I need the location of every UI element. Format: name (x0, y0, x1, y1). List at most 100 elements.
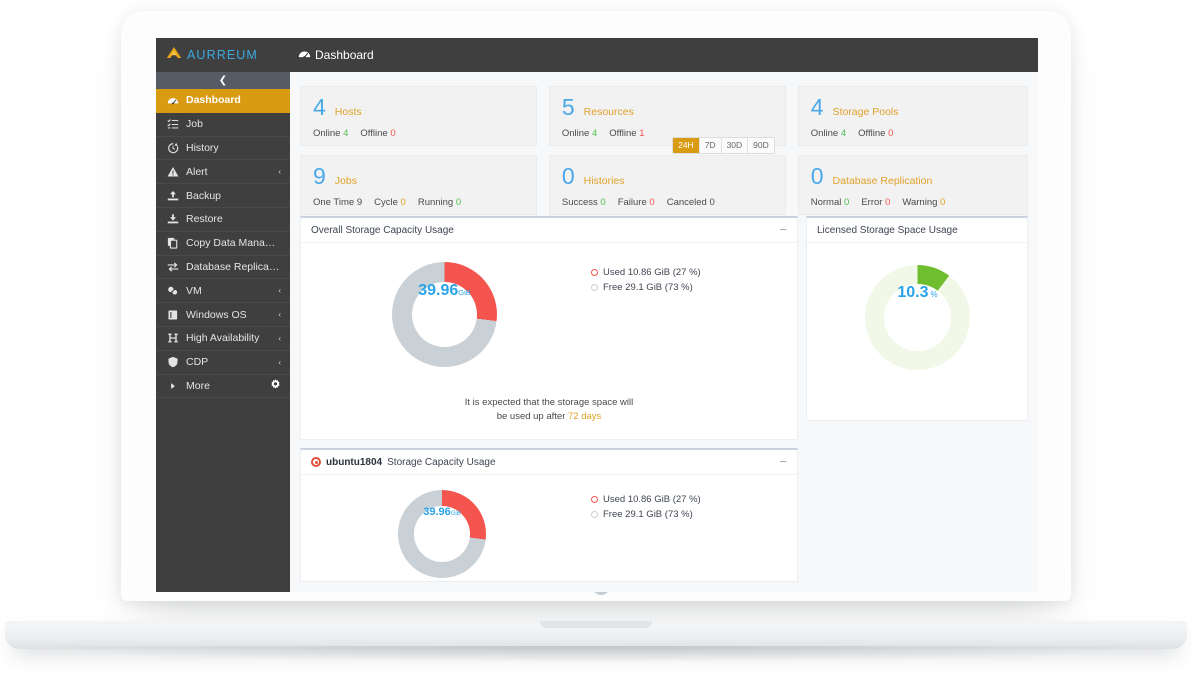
legend-label: Free 29.1 GiB (73 %) (603, 509, 693, 520)
metric-label: Running (417, 197, 454, 208)
history-clock-icon (166, 142, 179, 154)
stat-value: 9 (313, 163, 326, 189)
donut-center: 39.96 GiB (412, 282, 477, 347)
sidebar-item-dashboard[interactable]: Dashboard (156, 89, 290, 113)
sidebar-item-label: Backup (186, 189, 222, 202)
stat-card-storage-pools[interactable]: 4 Storage Pools Online 4 Offline 0 (797, 86, 1028, 146)
metric-label: Error (861, 197, 883, 208)
storage-forecast-note: It is expected that the storage space wi… (301, 396, 797, 424)
sidebar-item-vm[interactable]: VM ‹ (156, 279, 290, 304)
panel-licensed-storage: Licensed Storage Space Usage 10.3 % (806, 216, 1028, 421)
donut-center: 39.96 GiB (414, 506, 470, 562)
chevron-left-icon: ‹ (278, 333, 281, 343)
donut-center-value: 39.96 (423, 506, 451, 518)
sidebar-item-history[interactable]: History (156, 137, 290, 161)
range-button-24h[interactable]: 24H (673, 138, 700, 153)
sidebar-item-label: CDP (186, 356, 209, 369)
metric-value: 0 (400, 197, 406, 208)
content-area: 4 Hosts Online 4 Offline 0 5 Resources O… (290, 72, 1038, 592)
panel-header: Overall Storage Capacity Usage − (301, 218, 797, 243)
overall-legend: Used 10.86 GiB (27 %) Free 29.1 GiB (73 … (591, 265, 701, 295)
donut-center-value: 39.96 (418, 282, 459, 299)
sidebar-item-label: Job (186, 118, 203, 131)
metric-value: 1 (639, 128, 645, 139)
sidebar-item-copy-data-manag[interactable]: Copy Data Manag… (156, 232, 290, 256)
gear-icon[interactable] (270, 378, 281, 393)
stat-card-histories[interactable]: 24H 7D 30D 90D 0 Histories Success 0 Fai… (548, 137, 786, 215)
mountain-logo-icon (166, 46, 182, 64)
metric-label: Canceled (666, 197, 707, 208)
metric-value: 4 (840, 128, 847, 139)
range-button-30d[interactable]: 30D (721, 138, 749, 153)
licensed-donut-chart: 10.3 % (865, 265, 970, 370)
panel-title: Overall Storage Capacity Usage (311, 224, 454, 236)
stat-value: 0 (810, 163, 824, 189)
shield-icon (166, 356, 179, 368)
triangle-right-icon (166, 380, 179, 392)
metric-label: Offline (360, 128, 388, 139)
range-button-7d[interactable]: 7D (699, 138, 722, 153)
range-button-90d[interactable]: 90D (748, 138, 774, 153)
stat-card-jobs[interactable]: 9 Jobs One Time 9 Cycle 0 Running 0 (300, 155, 537, 215)
metric-label: Success (561, 197, 598, 208)
stat-metrics: Online 4 Offline 0 (811, 128, 1015, 139)
sidebar-item-high-availability[interactable]: High Availability ‹ (156, 327, 290, 351)
brand-logo[interactable]: AURREUM (156, 38, 290, 72)
overall-donut-chart: 39.96 GiB (392, 262, 497, 367)
chevron-left-icon: ❮ (218, 75, 228, 86)
sidebar-collapse-button[interactable]: ❮ (156, 72, 290, 89)
stat-label: Resources (583, 106, 634, 118)
legend-color-dot (591, 284, 598, 291)
stat-metrics: Normal 0 Error 0 Warning 0 (811, 197, 1015, 208)
sidebar-item-alert[interactable]: Alert ‹ (156, 160, 290, 185)
sidebar-item-database-replica[interactable]: Database Replica… (156, 256, 290, 280)
sidebar-item-job[interactable]: Job (156, 113, 290, 137)
forecast-days: 72 days (568, 411, 602, 422)
donut-center-unit: GiB (458, 288, 471, 297)
chevron-left-icon: ‹ (278, 167, 281, 177)
top-bar: AURREUM Dashboard (156, 38, 1038, 72)
sidebar-item-restore[interactable]: Restore (156, 208, 290, 232)
upload-backup-icon (166, 190, 179, 202)
summary-cards-row-bottom: 9 Jobs One Time 9 Cycle 0 Running 0 24H … (300, 137, 1028, 215)
metric-label: Online (810, 128, 839, 139)
metric-value: 0 (600, 197, 606, 208)
chevron-left-icon: ‹ (278, 357, 281, 367)
metric-value: 4 (591, 128, 598, 139)
metric-value: 0 (649, 197, 655, 208)
metric-value: 0 (885, 197, 891, 208)
stat-card-hosts[interactable]: 4 Hosts Online 4 Offline 0 (300, 86, 537, 146)
donut-center-unit: % (930, 290, 938, 299)
metric-label: Offline (609, 128, 637, 139)
metric-value: 0 (940, 197, 946, 208)
chevron-left-icon: ‹ (278, 310, 281, 320)
letter-h-icon (166, 332, 179, 344)
forecast-line-2: be used up after 72 days (301, 410, 797, 424)
minimize-dash-icon[interactable]: − (779, 223, 787, 236)
minimize-dash-icon[interactable]: − (779, 455, 787, 468)
metric-label: Offline (858, 128, 886, 139)
legend-color-dot (591, 269, 598, 276)
laptop-shadow (30, 646, 1162, 662)
sidebar: ❮ Dashboard Job History Alert ‹ Backup Restore… (156, 72, 290, 592)
dashboard-gauge-icon (298, 47, 311, 63)
sidebar-item-label: Windows OS (186, 308, 247, 321)
sidebar-item-label: VM (186, 284, 202, 297)
metric-value: 9 (356, 197, 363, 208)
dashboard-gauge-icon (166, 94, 179, 106)
stat-label: Histories (583, 175, 625, 187)
sidebar-item-more[interactable]: More (156, 375, 290, 399)
forecast-prefix: be used up after (496, 411, 566, 422)
stat-card-database-replication[interactable]: 0 Database Replication Normal 0 Error 0 … (797, 155, 1028, 215)
sidebar-item-label: Dashboard (186, 94, 241, 107)
legend-label: Free 29.1 GiB (73 %) (603, 282, 693, 293)
sidebar-item-cdp[interactable]: CDP ‹ (156, 351, 290, 375)
stat-value: 4 (810, 94, 824, 120)
sidebar-item-windows-os[interactable]: Windows OS ‹ (156, 303, 290, 327)
metric-label: One Time (313, 197, 355, 208)
sidebar-item-backup[interactable]: Backup (156, 184, 290, 208)
panel-header: Licensed Storage Space Usage (807, 218, 1027, 243)
page-title-text: Dashboard (315, 48, 374, 62)
legend-label: Used 10.86 GiB (27 %) (603, 267, 701, 278)
metric-label: Normal (810, 197, 842, 208)
